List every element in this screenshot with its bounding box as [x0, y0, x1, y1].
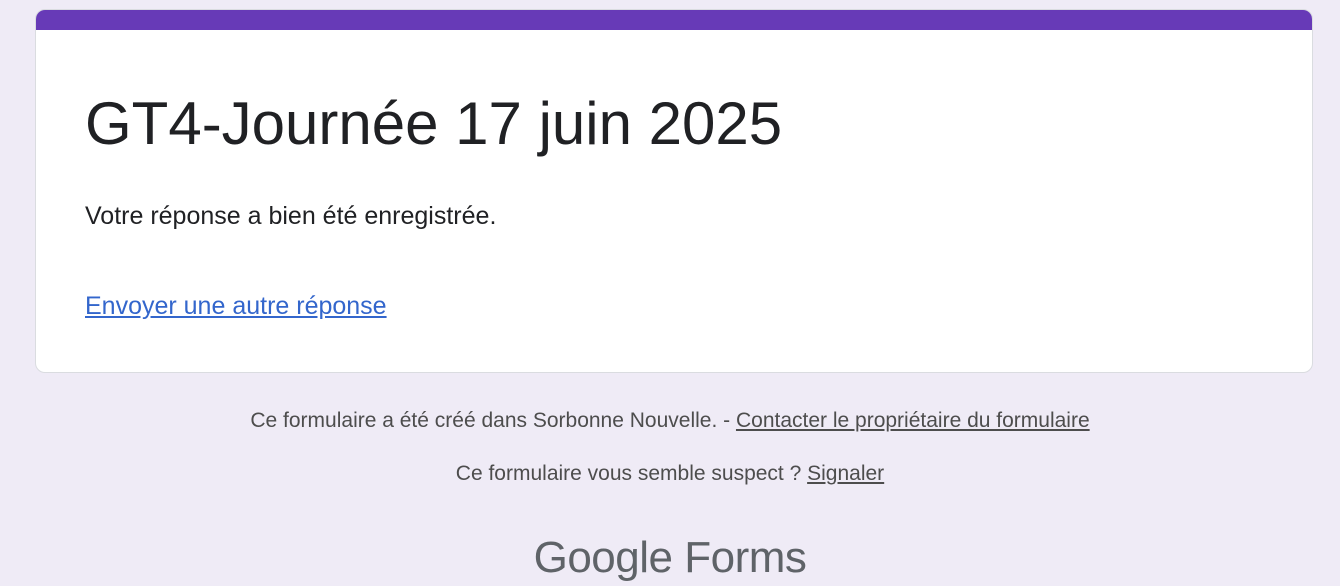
submit-another-response-link[interactable]: Envoyer une autre réponse: [85, 289, 387, 323]
footer-report-line: Ce formulaire vous semble suspect ? Sign…: [0, 460, 1340, 488]
google-forms-logo[interactable]: Google Forms: [0, 530, 1340, 586]
brand-google-text: Google: [533, 533, 673, 582]
report-abuse-link[interactable]: Signaler: [807, 462, 884, 485]
confirmation-card: GT4-Journée 17 juin 2025 Votre réponse a…: [35, 9, 1313, 373]
contact-owner-link[interactable]: Contacter le propriétaire du formulaire: [736, 409, 1090, 432]
footer-suspect-text: Ce formulaire vous semble suspect ?: [455, 462, 808, 485]
footer-created-text: Ce formulaire a été créé dans Sorbonne N…: [250, 409, 736, 432]
brand-forms-text: Forms: [684, 533, 807, 582]
form-response-page: GT4-Journée 17 juin 2025 Votre réponse a…: [0, 0, 1340, 586]
card-accent-bar: [36, 10, 1312, 30]
form-title: GT4-Journée 17 juin 2025: [85, 90, 783, 157]
footer-created-line: Ce formulaire a été créé dans Sorbonne N…: [0, 407, 1340, 435]
confirmation-message: Votre réponse a bien été enregistrée.: [85, 202, 497, 230]
